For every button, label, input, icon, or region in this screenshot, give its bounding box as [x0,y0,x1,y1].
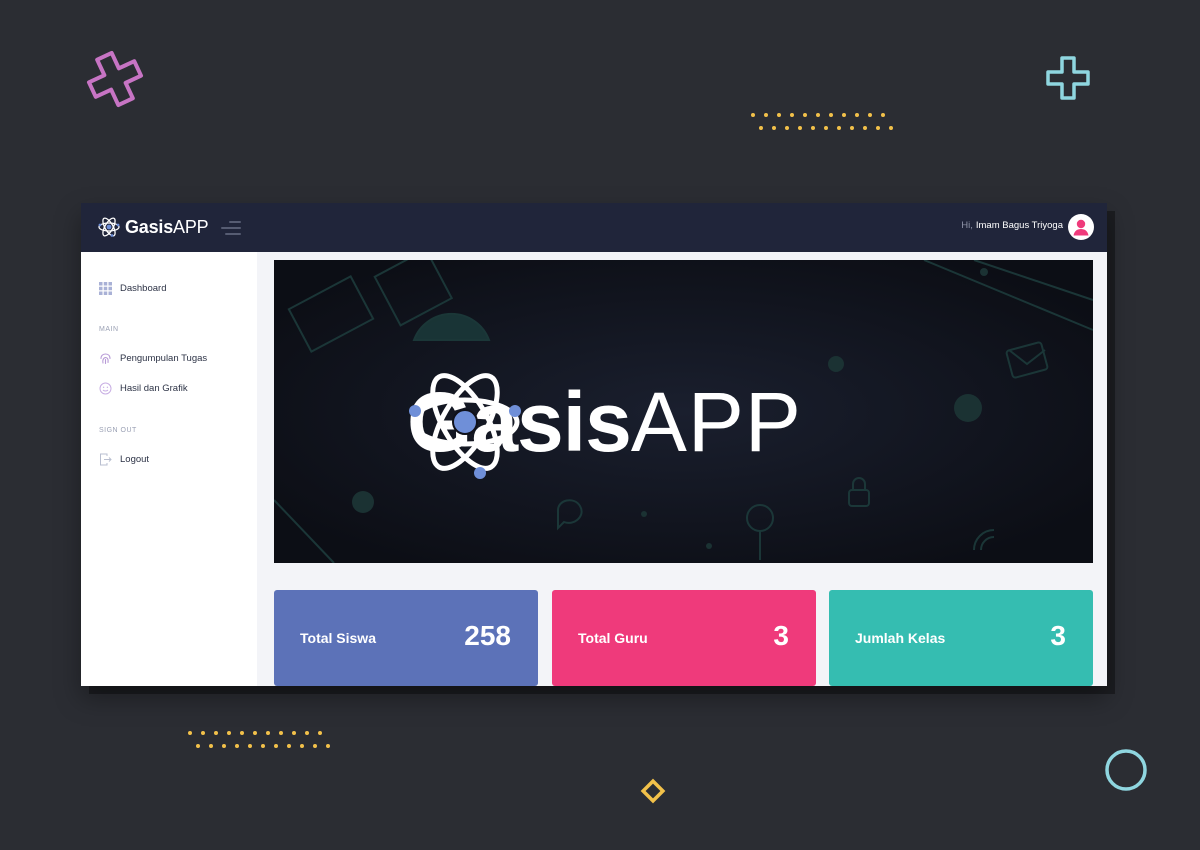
hero-banner: GasisAPP [274,260,1093,563]
sidebar-item-label: Pengumpulan Tugas [120,352,208,364]
sidebar-item-label: Dashboard [120,282,167,294]
logout-icon [100,453,112,465]
circle-decoration [1105,749,1147,791]
smile-icon [99,382,112,394]
sidebar: Dashboard MAIN Pengumpulan Tugas Hasil d… [81,252,257,686]
sidebar-item-label: Logout [120,453,150,465]
dots-decoration-top [751,113,893,130]
brand-logo[interactable]: GasisAPP [97,215,209,239]
menu-toggle-icon[interactable] [221,221,241,235]
section-heading-signout: SIGN OUT [99,427,137,434]
card-value: 3 [773,620,789,651]
banner-logo: GasisAPP [407,357,802,487]
card-label: Total Guru [578,630,648,646]
stat-card-jumlah-kelas[interactable]: Jumlah Kelas 3 [829,590,1093,686]
plus-decoration-cyan [1046,56,1090,100]
section-heading-main: MAIN [99,326,119,333]
plus-decoration-purple [86,50,144,108]
grid-icon [99,281,112,295]
atom-logo-icon [409,373,521,479]
stat-card-total-siswa[interactable]: Total Siswa 258 [274,590,538,686]
stat-card-total-guru[interactable]: Total Guru 3 [552,590,816,686]
card-value: 3 [1050,620,1066,651]
dots-decoration-bottom [188,731,330,748]
user-avatar-icon[interactable] [1068,214,1094,240]
fingerprint-icon [100,352,111,364]
atom-icon [98,217,120,237]
sidebar-item-logout[interactable]: Logout [99,450,149,468]
sidebar-item-label: Hasil dan Grafik [120,382,188,394]
card-value: 258 [464,620,511,651]
diamond-decoration [640,778,666,804]
brand-name: GasisAPP [125,216,209,237]
user-name: Imam Bagus Triyoga [975,220,1063,231]
sidebar-item-dashboard[interactable]: Dashboard [99,279,166,297]
sidebar-item-hasil-dan-grafik[interactable]: Hasil dan Grafik [99,379,188,397]
top-navbar: GasisAPP Hi, Imam Bagus Triyoga [81,203,1107,252]
sidebar-item-pengumpulan-tugas[interactable]: Pengumpulan Tugas [99,349,207,367]
user-greeting: Hi, Imam Bagus Triyoga [961,220,1063,231]
card-label: Total Siswa [300,630,376,646]
card-label: Jumlah Kelas [855,630,946,646]
app-window: GasisAPP Hi, Imam Bagus Triyoga Dashboar… [81,203,1107,686]
